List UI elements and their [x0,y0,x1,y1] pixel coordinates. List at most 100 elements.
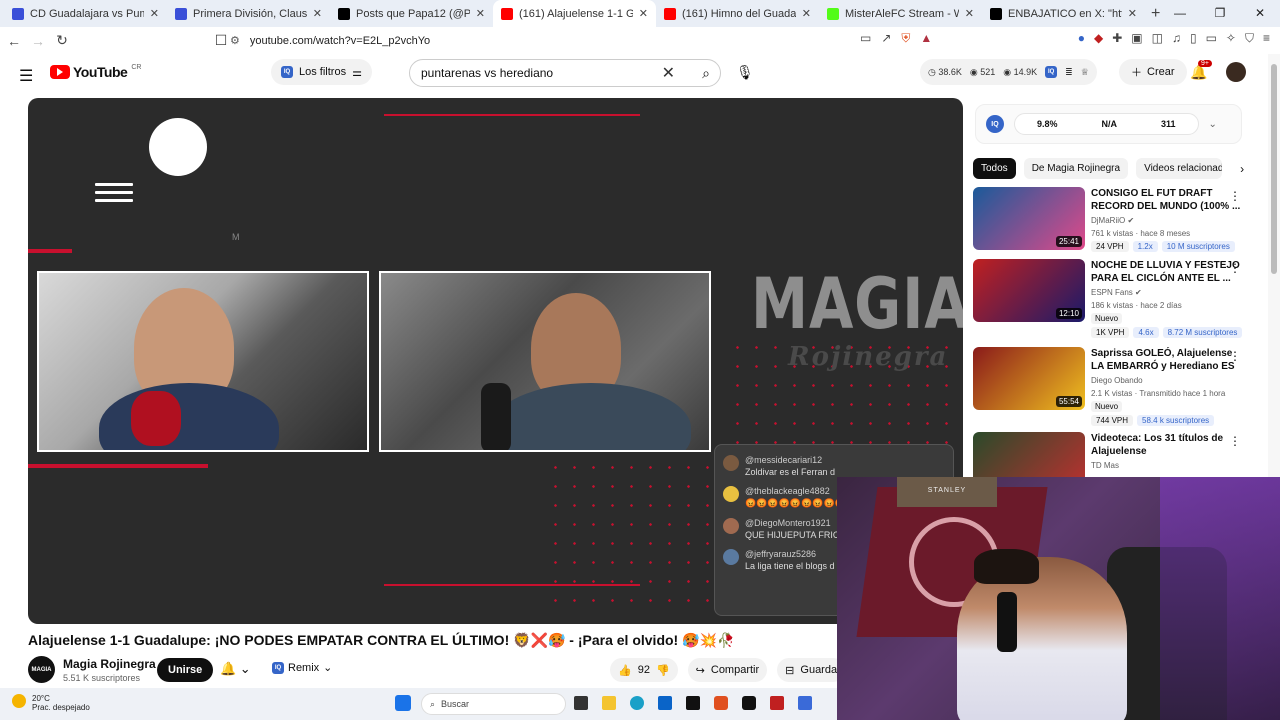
url-field[interactable]: ⚙ youtube.com/watch?v=E2L_p2vchYo [230,30,960,51]
share-button[interactable]: ↪ Compartir [687,658,768,682]
thumbs-down-icon[interactable]: 👎 [656,664,670,677]
subscription-bell-icon[interactable]: 🔔 ⌄ [220,661,251,677]
recommended-video[interactable]: 25:41 CONSIGO EL FUT DRAFT RECORD DEL MUN… [973,187,1263,257]
recommended-video[interactable]: 12:10 NOCHE DE LLUVIA Y FESTEJO PARA EL C… [973,259,1263,338]
search-input[interactable]: puntarenas vs herediano ✕ ⌕ [409,59,721,87]
clear-search-icon[interactable]: ✕ [662,63,675,83]
browser-tab[interactable]: Posts que Papa12 (@Papa12121323...) ✕ [330,0,493,27]
brave-shield-icon[interactable]: ⛨ [901,31,910,46]
recommended-channel[interactable]: Diego Obando [1091,376,1143,385]
browser-tab[interactable]: (161) Himno del Guadalupe FC - You ✕ [656,0,819,27]
close-window-icon[interactable]: ✕ [1240,0,1280,27]
share-label: Compartir [710,664,760,676]
iq-stats-icon[interactable]: IQ [1045,66,1058,78]
browser-tab[interactable]: CD Guadalajara vs Pumas UNAM live ✕ [4,0,167,27]
tab-close-icon[interactable]: ✕ [476,7,485,20]
extension-3-icon[interactable]: ✚ [1112,31,1122,46]
search-icon[interactable]: ⌕ [702,65,710,82]
create-button[interactable]: ＋ Crear [1119,59,1187,85]
new-tab-button[interactable]: + [1151,5,1160,23]
chip-from-channel[interactable]: De Magia Rojinegra [1023,158,1129,179]
chip-related[interactable]: Videos relacionad [1136,158,1223,179]
recommended-title[interactable]: NOCHE DE LLUVIA Y FESTEJO PARA EL CICLÓN… [1091,259,1241,285]
tab-close-icon[interactable]: ✕ [1128,7,1137,20]
music-icon[interactable]: ♫ [1172,31,1181,46]
minimize-icon[interactable]: — [1160,0,1200,27]
browser-tab[interactable]: (161) Alajuelense 1-1 Guadal ✕ [493,0,656,27]
recommended-channel[interactable]: TD Mas [1091,461,1119,470]
save-button[interactable]: ⊟ Guarda [777,658,846,682]
video-player[interactable]: M MAGIA Rojinegra @messidecariari12 Zoldi… [28,98,963,624]
more-actions-icon[interactable]: ⋮ [1229,189,1241,203]
browser-tab[interactable]: ENBAJATICO en X: "https://t.co/1fo2 ✕ [982,0,1145,27]
recommended-channel[interactable]: ESPN Fans ✔ [1091,288,1142,297]
back-icon[interactable]: ← [4,33,24,49]
extension-2-icon[interactable]: ◆ [1094,31,1103,46]
tab-close-icon[interactable]: ✕ [313,7,322,20]
windows-start-icon[interactable] [395,695,411,711]
extension-1-icon[interactable]: ● [1078,31,1085,46]
taskbar-search[interactable]: ⌕ Buscar [421,693,566,715]
chips-next-icon[interactable]: › [1240,162,1244,176]
edge-icon[interactable] [630,696,644,710]
recommended-channel[interactable]: DjMaRiiO ✔ [1091,216,1134,225]
more-actions-icon[interactable]: ⋮ [1229,261,1241,275]
sidebar-icon[interactable]: ▯ [1190,31,1197,46]
like-button[interactable]: 👍 92 👎 [610,658,678,682]
stats-list-icon[interactable]: ≣ [1065,67,1073,78]
brave-rewards-icon[interactable]: ▲ [920,31,932,46]
extension-4-icon[interactable]: ▣ [1131,31,1142,46]
browser-tab[interactable]: MisterAleFC Stream - Watch Live on ✕ [819,0,982,27]
extension-5-icon[interactable]: ◫ [1152,31,1163,46]
cast-icon[interactable]: ▭ [860,31,871,46]
tab-close-icon[interactable]: ✕ [965,7,974,20]
menu-icon[interactable]: ≡ [1263,31,1270,46]
capcut-icon[interactable] [686,696,700,710]
notifications-bell-icon[interactable]: 🔔 9+ [1190,60,1212,81]
scrollbar-thumb[interactable] [1271,64,1277,274]
tab-close-icon[interactable]: ✕ [802,7,811,20]
file-explorer-icon[interactable] [602,696,616,710]
video-thumbnail[interactable]: 55:54 [973,347,1085,410]
reload-icon[interactable]: ↻ [52,32,72,49]
recommended-video[interactable]: 55:54 Saprissa GOLEÓ, Alajuelense LA EMBA… [973,347,1263,426]
youtube-logo[interactable]: YouTube CR [50,64,141,80]
bookmark-icon[interactable]: ☐ [211,32,231,49]
more-actions-icon[interactable]: ⋮ [1229,434,1241,448]
vpn-icon[interactable]: ⛉ [1245,31,1254,46]
recommended-title[interactable]: CONSIGO EL FUT DRAFT RECORD DEL MUNDO (1… [1091,187,1241,213]
more-actions-icon[interactable]: ⋮ [1229,349,1241,363]
channel-avatar[interactable]: MAGIA [28,656,55,683]
brave-icon[interactable] [714,696,728,710]
join-button[interactable]: Unirse [157,658,214,682]
remix-chevron-icon[interactable]: ⌄ [323,661,332,674]
user-avatar[interactable] [1226,62,1246,82]
site-info-icon[interactable]: ⚙ [230,34,240,47]
trophy-icon[interactable]: ♕ [1081,67,1089,78]
tab-close-icon[interactable]: ✕ [150,7,159,20]
microphone-icon[interactable]: 🎙 [736,64,754,81]
tiktok-icon[interactable] [742,696,756,710]
task-view-icon[interactable] [574,696,588,710]
filters-button[interactable]: IQ Los filtros ⚌ [271,59,372,85]
chip-all[interactable]: Todos [973,158,1016,179]
recommended-title[interactable]: Saprissa GOLEÓ, Alajuelense LA EMBARRÓ y… [1091,347,1241,374]
recommended-title[interactable]: Videoteca: Los 31 títulos de Alajuelense [1091,432,1241,458]
weather-widget[interactable]: 20°C Prac. despejado [12,694,90,712]
notepad-icon[interactable] [798,696,812,710]
maximize-icon[interactable]: ❐ [1200,0,1240,27]
share-page-icon[interactable]: ↗ [881,31,891,46]
guide-menu-icon[interactable]: ☰ [19,66,33,86]
remix-button[interactable]: IQ Remix ⌄ [272,661,332,674]
channel-name[interactable]: Magia Rojinegra [63,657,156,671]
iq-expand-icon[interactable]: ⌄ [1209,119,1217,130]
forward-icon[interactable]: → [28,33,48,49]
outlook-icon[interactable] [658,696,672,710]
video-thumbnail[interactable]: 12:10 [973,259,1085,322]
video-thumbnail[interactable]: 25:41 [973,187,1085,250]
ai-icon[interactable]: ✧ [1226,31,1236,46]
wallet-icon[interactable]: ▭ [1206,31,1217,46]
browser-tab[interactable]: Primera División, Clausura table, sche ✕ [167,0,330,27]
tab-close-icon[interactable]: ✕ [639,7,648,20]
app-icon[interactable] [770,696,784,710]
